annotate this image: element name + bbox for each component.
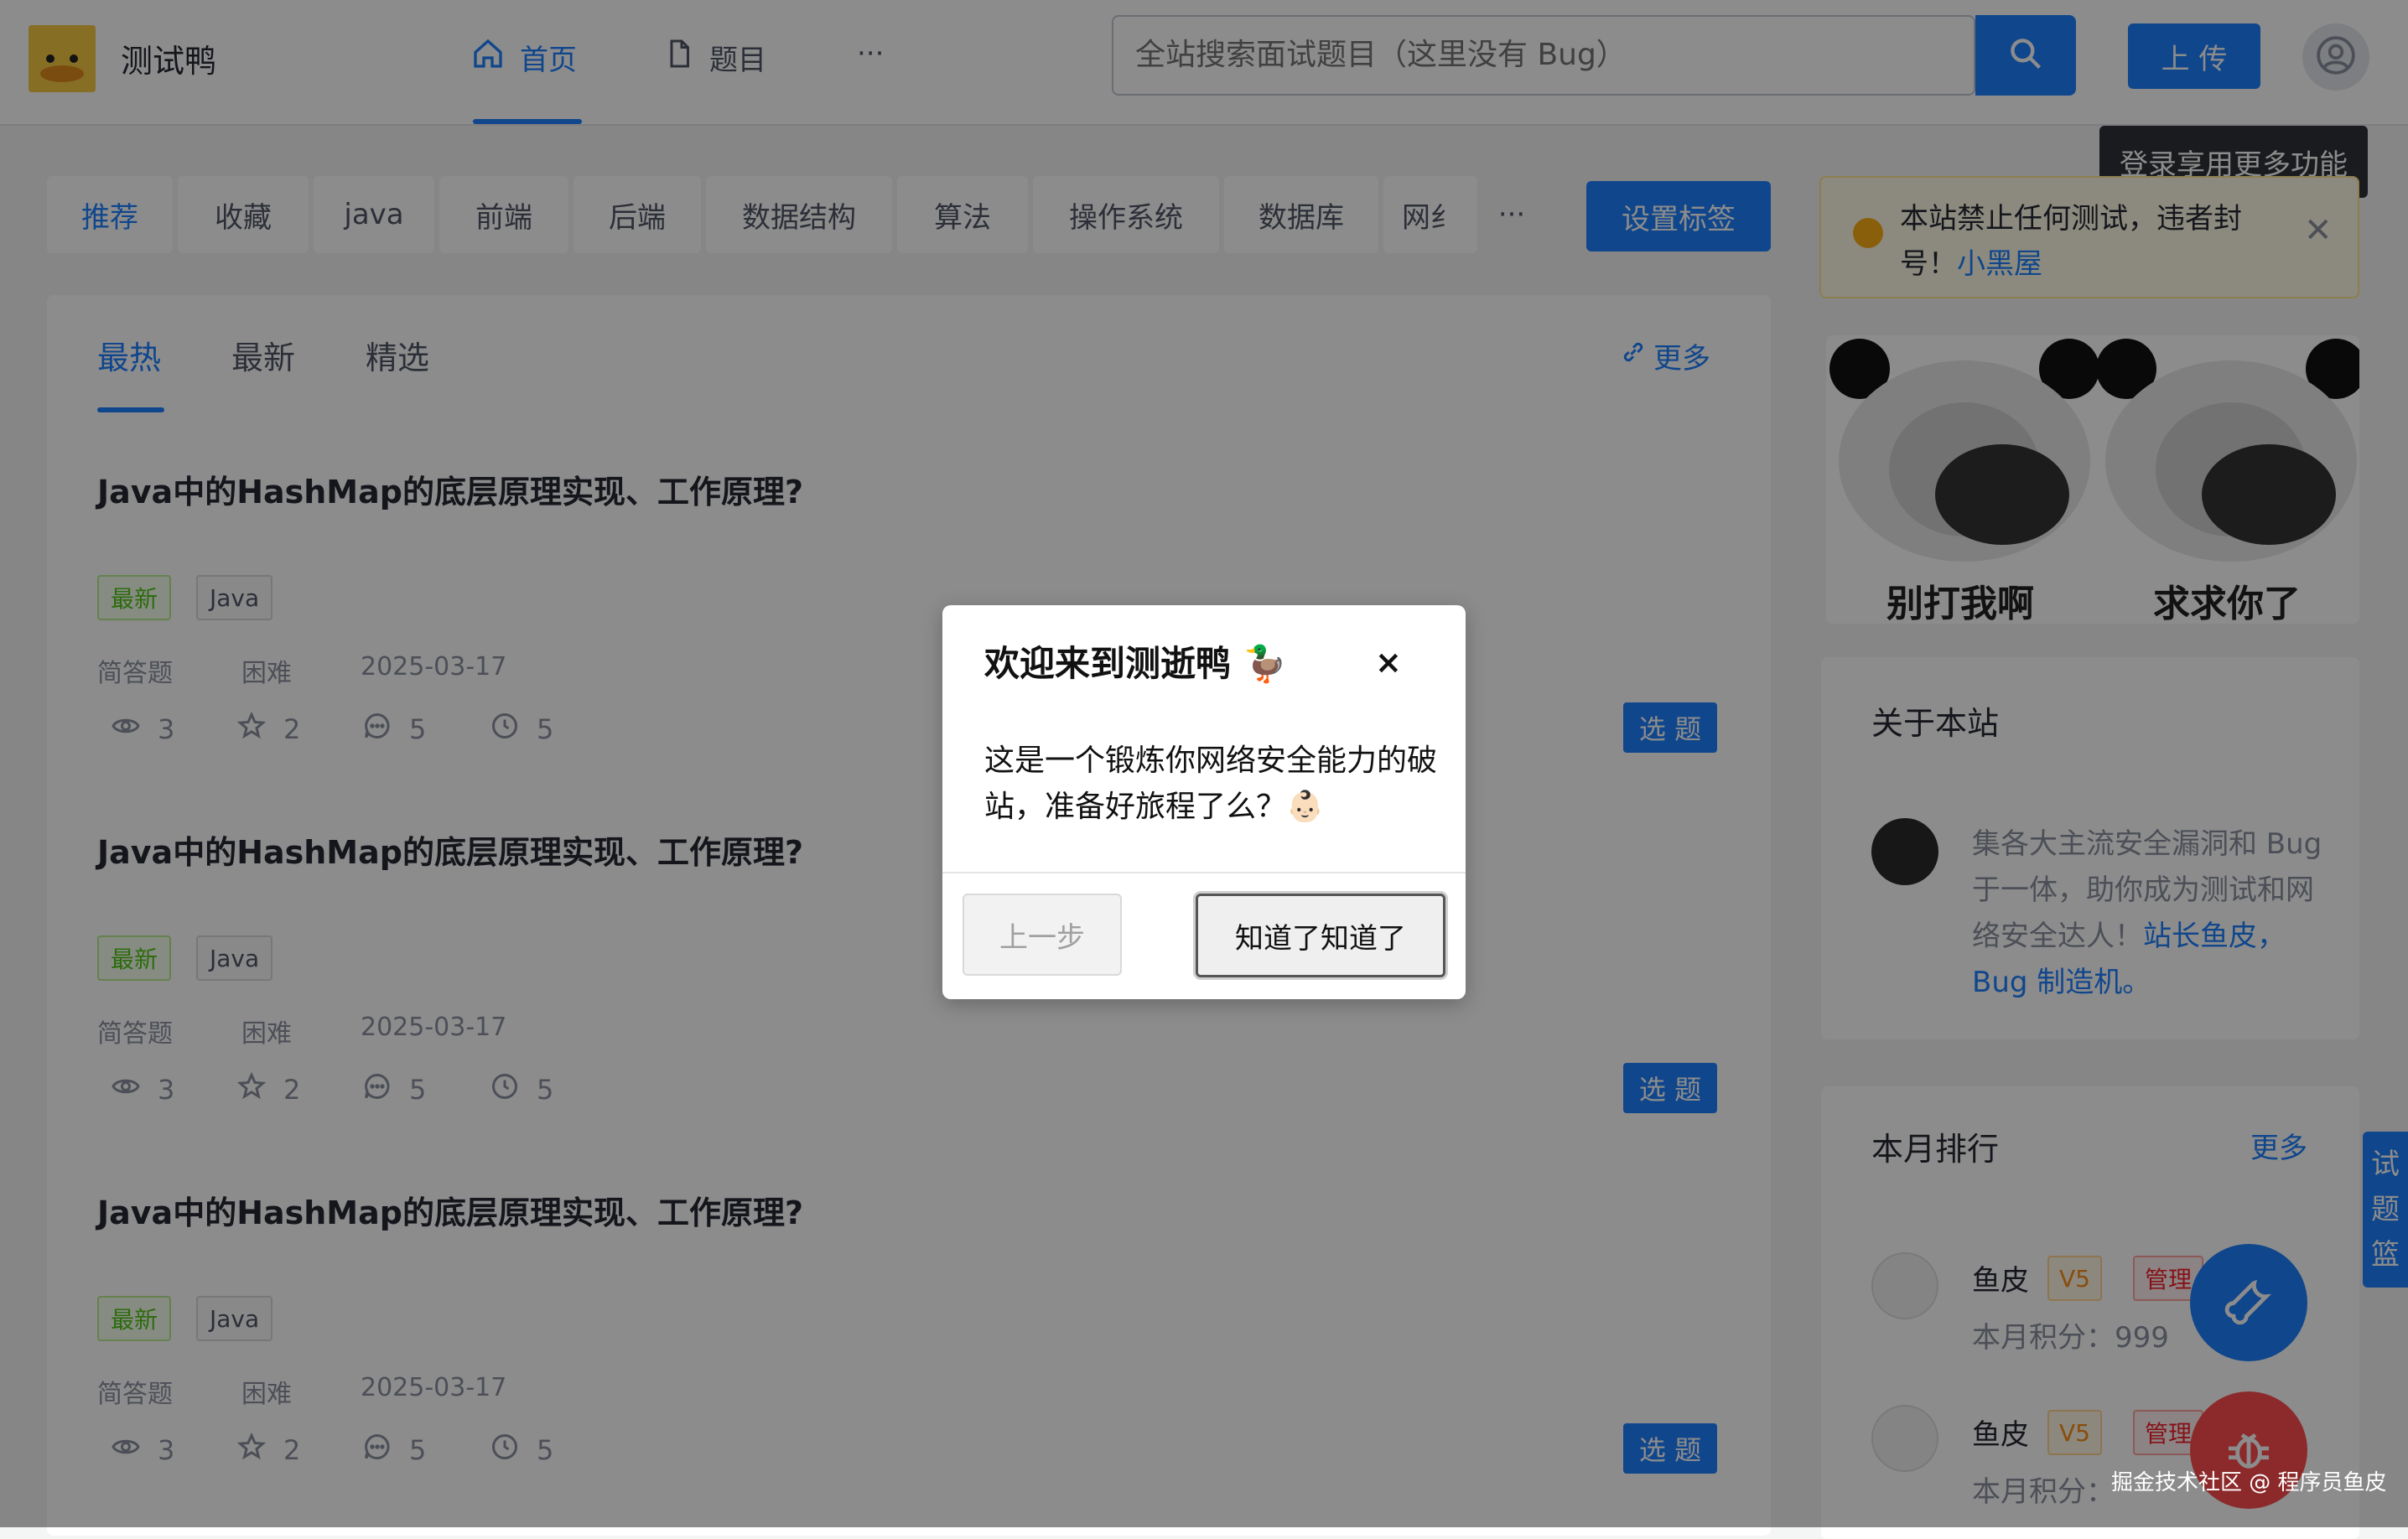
dialog-divider bbox=[942, 872, 1466, 873]
welcome-dialog: 欢迎来到测逝鸭 🦆 × 这是一个锻炼你网络安全能力的破站，准备好旅程了么？👶🏻 … bbox=[942, 605, 1466, 999]
close-icon[interactable]: × bbox=[1375, 644, 1402, 681]
dialog-title: 欢迎来到测逝鸭 🦆 bbox=[984, 643, 1287, 684]
watermark: 掘金技术社区 @ 程序员鱼皮 bbox=[2111, 1470, 2387, 1495]
prev-step-button[interactable]: 上一步 bbox=[963, 894, 1122, 976]
got-it-button[interactable]: 知道了知道了 bbox=[1196, 894, 1445, 977]
dialog-body: 这是一个锻炼你网络安全能力的破站，准备好旅程了么？👶🏻 bbox=[984, 744, 1438, 824]
